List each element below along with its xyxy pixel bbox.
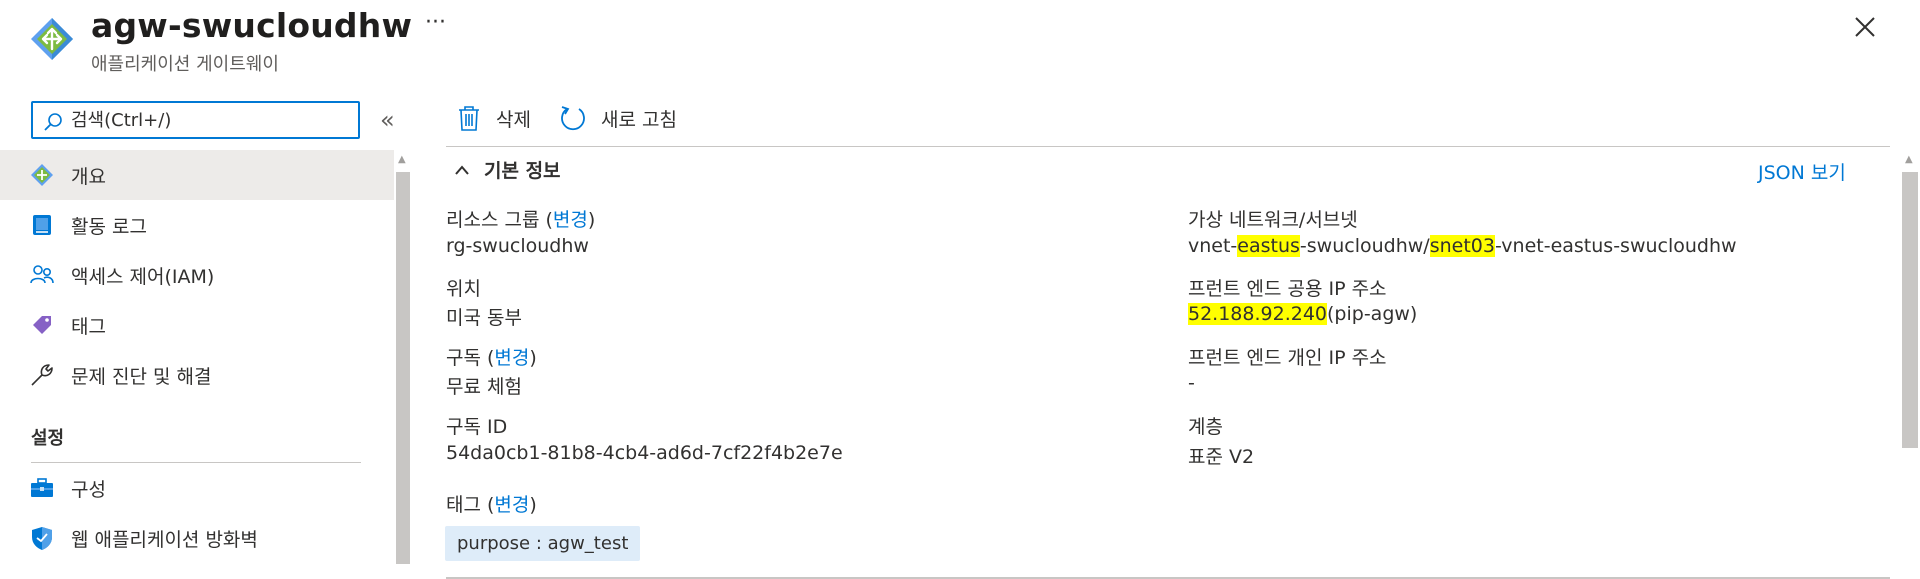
scrollbar-thumb[interactable] bbox=[1902, 172, 1918, 448]
tier-label: 계층 bbox=[1188, 416, 1223, 438]
resource-group-change-link[interactable]: 변경 bbox=[553, 209, 588, 231]
refresh-button[interactable]: 새로 고침 bbox=[559, 101, 677, 135]
tags-change-link[interactable]: 변경 bbox=[494, 494, 529, 516]
frontend-public-ip-link[interactable]: 52.188.92.240(pip-agw) bbox=[1188, 303, 1417, 325]
shield-icon bbox=[29, 525, 55, 551]
tags-label: 태그 (변경) bbox=[446, 494, 537, 516]
sidebar-item-tags[interactable]: 태그 bbox=[0, 300, 394, 350]
trash-icon bbox=[459, 106, 479, 131]
section-header-settings: 설정 bbox=[31, 428, 65, 449]
collapse-sidebar-button[interactable]: « bbox=[380, 106, 395, 134]
sidebar-item-label: 구성 bbox=[71, 478, 106, 501]
sidebar-item-waf[interactable]: 웹 애플리케이션 방화벽 bbox=[0, 513, 394, 563]
json-view-link[interactable]: JSON 보기 bbox=[1758, 158, 1846, 185]
sidebar-item-label: 개요 bbox=[71, 165, 106, 188]
sidebar-item-diagnose[interactable]: 문제 진단 및 해결 bbox=[0, 350, 394, 400]
page-subtitle: 애플리케이션 게이트웨이 bbox=[91, 54, 279, 75]
sidebar-item-overview[interactable]: 개요 bbox=[0, 150, 394, 200]
sidebar-item-label: 웹 애플리케이션 방화벽 bbox=[71, 528, 258, 551]
toolbox-icon bbox=[29, 475, 55, 501]
location-value: 미국 동부 bbox=[446, 307, 522, 329]
tier-value: 표준 V2 bbox=[1188, 446, 1255, 468]
frontend-private-ip-value: - bbox=[1188, 372, 1195, 394]
main-scrollbar[interactable]: ▲ bbox=[1900, 152, 1920, 579]
vnet-subnet-link[interactable]: vnet-eastus-swucloudhw/snet03-vnet-eastu… bbox=[1188, 235, 1737, 257]
sidebar-item-activity-log[interactable]: 활동 로그 bbox=[0, 200, 394, 250]
more-options-button[interactable]: ··· bbox=[425, 10, 446, 35]
tag-chip: purpose : agw_test bbox=[445, 526, 641, 561]
vnet-label: 가상 네트워크/서브넷 bbox=[1188, 209, 1358, 231]
frontend-public-ip-label: 프런트 엔드 공용 IP 주소 bbox=[1188, 278, 1387, 300]
scrollbar-thumb[interactable] bbox=[396, 172, 410, 564]
overview-diamond-icon bbox=[29, 162, 55, 188]
scroll-up-icon[interactable]: ▲ bbox=[1905, 154, 1913, 165]
location-label: 위치 bbox=[446, 278, 481, 300]
sidebar-item-label: 활동 로그 bbox=[71, 215, 147, 238]
page-title: agw-swucloudhw bbox=[91, 6, 413, 45]
application-gateway-icon bbox=[31, 18, 73, 60]
search-icon bbox=[44, 113, 62, 131]
tag-icon bbox=[29, 312, 55, 338]
subscription-id-label: 구독 ID bbox=[446, 416, 508, 438]
subscription-change-link[interactable]: 변경 bbox=[494, 347, 529, 369]
sidebar-item-iam[interactable]: 액세스 제어(IAM) bbox=[0, 250, 394, 300]
search-input[interactable] bbox=[71, 107, 351, 133]
sidebar-item-label: 액세스 제어(IAM) bbox=[71, 265, 215, 288]
refresh-icon bbox=[561, 106, 585, 131]
resource-group-value-link[interactable]: rg-swucloudhw bbox=[446, 235, 589, 257]
scroll-up-icon[interactable]: ▲ bbox=[398, 154, 406, 165]
resource-group-label: 리소스 그룹 (변경) bbox=[446, 209, 596, 231]
essentials-toggle[interactable]: 기본 정보 bbox=[454, 156, 561, 183]
subscription-id-value: 54da0cb1-81b8-4cb4-ad6d-7cf22f4b2e7e bbox=[446, 442, 843, 464]
subscription-label: 구독 (변경) bbox=[446, 347, 537, 369]
frontend-private-ip-label: 프런트 엔드 개인 IP 주소 bbox=[1188, 347, 1387, 369]
sidebar-item-configuration[interactable]: 구성 bbox=[0, 463, 394, 513]
sidebar-item-label: 문제 진단 및 해결 bbox=[71, 365, 212, 388]
close-icon[interactable] bbox=[1850, 12, 1880, 42]
wrench-icon bbox=[29, 362, 55, 388]
toolbar-divider bbox=[446, 146, 1890, 147]
search-box[interactable] bbox=[31, 101, 360, 139]
chevron-up-icon bbox=[455, 164, 469, 175]
people-icon bbox=[29, 262, 55, 288]
subscription-value-link[interactable]: 무료 체험 bbox=[446, 372, 522, 399]
delete-button[interactable]: 삭제 bbox=[456, 101, 531, 135]
sidebar-item-label: 태그 bbox=[71, 315, 106, 338]
activity-log-icon bbox=[29, 212, 55, 238]
sidebar-scrollbar[interactable]: ▲ bbox=[394, 152, 412, 579]
